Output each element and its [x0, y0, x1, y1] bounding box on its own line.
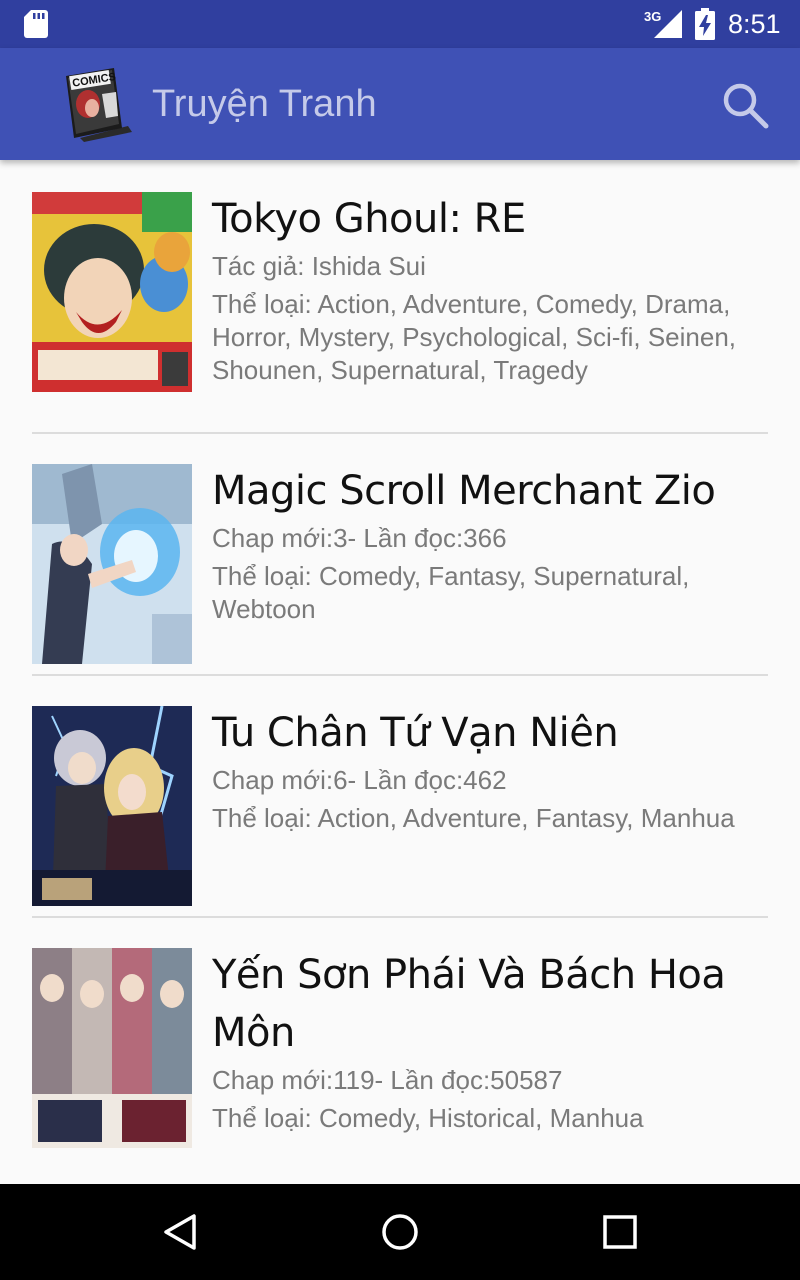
comic-item[interactable]: Tokyo Ghoul: RE Tác giả: Ishida Sui Thể … [32, 160, 768, 402]
comic-genres: Thể loại: Action, Adventure, Comedy, Dra… [212, 289, 737, 385]
list-divider [32, 432, 768, 434]
clock: 8:51 [728, 9, 781, 39]
comic-cover-image [32, 706, 192, 906]
network-type-label: 3G [644, 9, 661, 24]
comic-item[interactable]: Yến Sơn Phái Và Bách Hoa Môn Chap mới:11… [32, 916, 768, 1158]
comic-title: Magic Scroll Merchant Zio [212, 468, 716, 514]
signal-icon: 3G [644, 9, 682, 38]
comic-stats: Chap mới:6- Lần đọc:462 [212, 765, 507, 795]
search-icon[interactable] [718, 78, 772, 132]
sd-card-icon [24, 10, 48, 38]
list-divider [32, 674, 768, 676]
comic-list: Tokyo Ghoul: RE Tác giả: Ishida Sui Thể … [0, 160, 800, 1184]
comic-item[interactable]: Magic Scroll Merchant Zio Chap mới:3- Lầ… [32, 432, 768, 674]
comic-title: Yến Sơn Phái Và Bách Hoa Môn [212, 952, 726, 1056]
navigation-bar [0, 1184, 800, 1280]
recents-icon[interactable] [596, 1208, 644, 1256]
home-icon[interactable] [376, 1208, 424, 1256]
comic-cover-image [32, 192, 192, 392]
comics-book-logo: COMICS [66, 68, 132, 142]
status-bar: 3G 8:51 [0, 0, 800, 48]
list-divider [32, 916, 768, 918]
app-title: Truyện Tranh [152, 83, 377, 125]
comic-cover-image [32, 948, 192, 1148]
comic-title: Tokyo Ghoul: RE [212, 196, 526, 242]
comic-genres: Thể loại: Action, Adventure, Fantasy, Ma… [212, 803, 735, 833]
comic-cover-image [32, 464, 192, 664]
comic-genres: Thể loại: Comedy, Historical, Manhua [212, 1103, 644, 1133]
comic-stats: Chap mới:3- Lần đọc:366 [212, 523, 507, 553]
comic-author: Tác giả: Ishida Sui [212, 251, 426, 281]
back-icon[interactable] [156, 1208, 204, 1256]
comic-item[interactable]: Tu Chân Tứ Vạn Niên Chap mới:6- Lần đọc:… [32, 674, 768, 916]
comic-stats: Chap mới:119- Lần đọc:50587 [212, 1065, 563, 1095]
battery-charging-icon [695, 8, 715, 40]
comic-title: Tu Chân Tứ Vạn Niên [212, 710, 619, 756]
app-bar: COMICS Truyện Tranh [0, 48, 800, 160]
comic-genres: Thể loại: Comedy, Fantasy, Supernatural,… [212, 561, 690, 624]
